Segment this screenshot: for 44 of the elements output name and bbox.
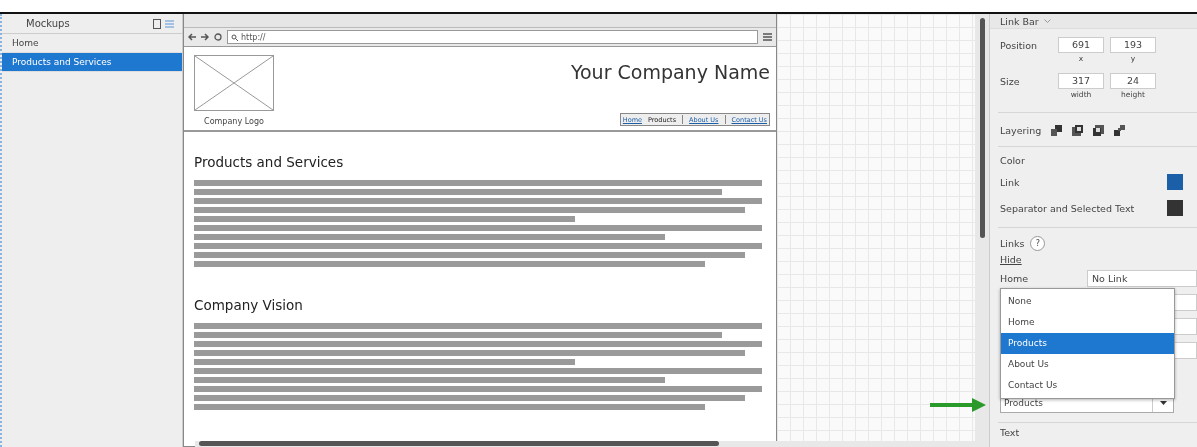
scrollbar-thumb[interactable] bbox=[199, 441, 719, 446]
dropdown-option[interactable]: About Us bbox=[1001, 354, 1174, 375]
mockup-list-item[interactable]: Products and Services bbox=[2, 53, 182, 72]
section-label: Links bbox=[1000, 238, 1025, 249]
number-field[interactable]: 24 bbox=[1110, 73, 1156, 89]
help-button[interactable]: ? bbox=[1030, 236, 1046, 251]
number-field[interactable]: 691 bbox=[1058, 37, 1104, 53]
panel-title: Link Bar bbox=[1000, 15, 1039, 27]
number-field[interactable]: 193 bbox=[1110, 37, 1156, 53]
back-arrow-icon[interactable] bbox=[188, 33, 196, 41]
reload-icon[interactable] bbox=[214, 33, 222, 41]
arrow-icon bbox=[930, 398, 986, 412]
bring-to-front-icon[interactable] bbox=[1051, 125, 1063, 136]
page-icon[interactable] bbox=[153, 18, 161, 29]
section-heading: Products and Services bbox=[194, 154, 345, 170]
color-swatch[interactable] bbox=[1167, 174, 1183, 190]
property-label: Link bbox=[1000, 176, 1020, 188]
dropdown-option[interactable]: None bbox=[1001, 291, 1174, 312]
number-field[interactable]: 317 bbox=[1058, 73, 1104, 89]
company-name: Your Company Name bbox=[570, 61, 770, 83]
section-label: Text bbox=[1000, 427, 1021, 438]
hide-link[interactable]: Hide bbox=[1000, 254, 1197, 265]
dropdown-arrow-icon bbox=[1159, 400, 1167, 405]
search-icon bbox=[231, 33, 238, 41]
address-field[interactable]: http:// bbox=[227, 30, 758, 44]
property-label: Size bbox=[1000, 75, 1021, 87]
section-label: Color bbox=[1000, 155, 1026, 166]
color-swatch[interactable] bbox=[1167, 200, 1183, 216]
property-label: Home bbox=[1000, 273, 1030, 284]
logo-caption: Company Logo bbox=[204, 117, 264, 126]
dropdown-option[interactable]: Products bbox=[1001, 333, 1174, 354]
property-label: Separator and Selected Text bbox=[1000, 202, 1135, 214]
bring-forward-icon[interactable] bbox=[1072, 125, 1084, 136]
send-backward-icon[interactable] bbox=[1093, 125, 1105, 136]
property-label: Layering bbox=[1000, 125, 1042, 136]
link-select[interactable]: No Link bbox=[1087, 270, 1197, 287]
section-heading: Company Vision bbox=[194, 297, 304, 313]
panel-title: Mockups bbox=[26, 18, 70, 29]
property-label: Position bbox=[1000, 39, 1038, 51]
menu-icon[interactable] bbox=[763, 33, 772, 41]
send-to-back-icon[interactable] bbox=[1114, 125, 1126, 136]
dropdown-option[interactable]: Home bbox=[1001, 312, 1174, 333]
forward-arrow-icon[interactable] bbox=[201, 33, 209, 41]
scrollbar-thumb[interactable] bbox=[979, 18, 985, 238]
